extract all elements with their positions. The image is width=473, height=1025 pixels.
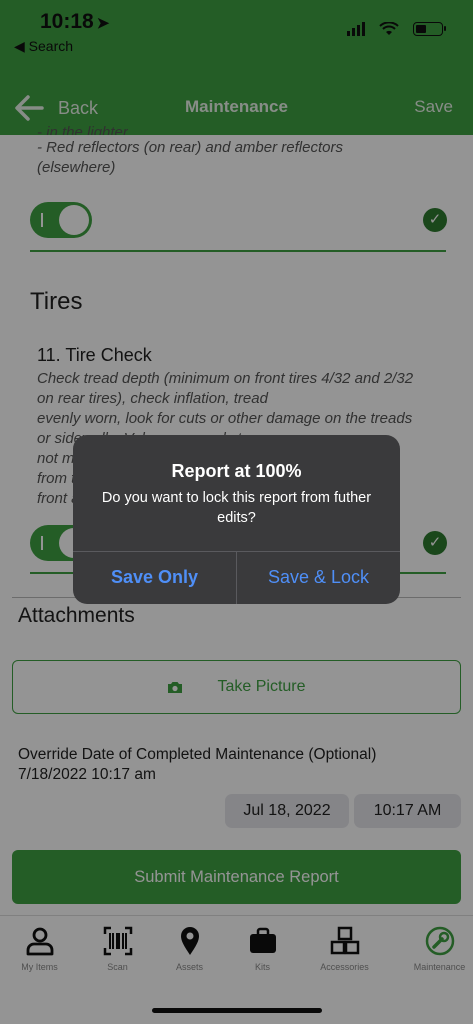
dialog-title: Report at 100% (171, 461, 302, 481)
save-and-lock-button[interactable]: Save & Lock (237, 551, 400, 604)
dialog-message: Do you want to lock this report from fut… (101, 490, 372, 526)
lock-report-dialog: Report at 100% Do you want to lock this … (73, 435, 400, 604)
save-only-button[interactable]: Save Only (73, 551, 236, 604)
